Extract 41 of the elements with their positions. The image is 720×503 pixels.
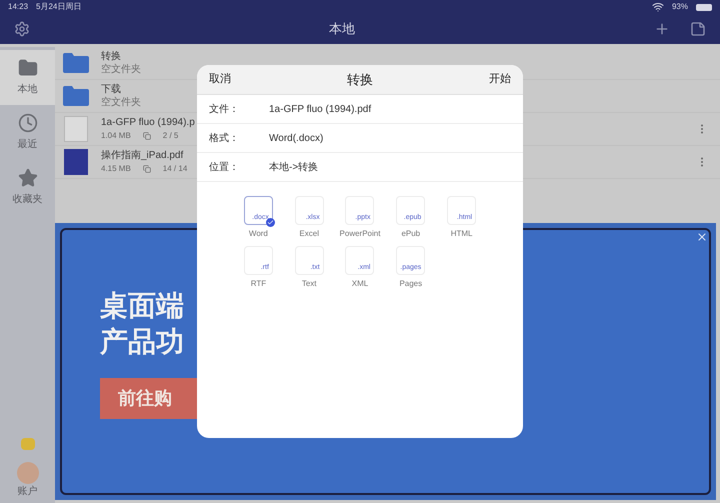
document-thumbnail xyxy=(64,149,88,175)
pages-icon xyxy=(142,165,151,173)
page-count: 2 / 5 xyxy=(162,130,178,142)
file-name: 1a-GFP fluo (1994).p xyxy=(101,116,195,130)
file-name: 下载 xyxy=(101,83,122,96)
field-value: 本地->转换 xyxy=(269,160,318,174)
status-date: 5月24日周日 xyxy=(36,1,82,13)
folder-icon xyxy=(63,86,89,106)
document-thumbnail xyxy=(64,116,88,142)
field-label: 位置： xyxy=(209,160,240,174)
folder-icon xyxy=(18,58,38,78)
plus-icon xyxy=(654,21,670,37)
page-count: 14 / 14 xyxy=(162,163,188,175)
battery-icon xyxy=(696,4,712,10)
folder-icon xyxy=(63,53,89,73)
file-subtitle: 空文件夹 xyxy=(101,97,141,109)
star-icon xyxy=(18,168,38,188)
clock-icon xyxy=(18,113,38,133)
banner-headline: 桌面端 xyxy=(100,289,185,323)
account-label: 账户 xyxy=(18,484,38,499)
window-title: 本地 xyxy=(329,20,355,38)
sidebar-item[interactable]: 本地 xyxy=(0,50,55,105)
file-size: 4.15 MB xyxy=(101,163,131,175)
field-value: 1a-GFP fluo (1994).pdf xyxy=(269,102,372,116)
file-name: 操作指南_iPad.pdf xyxy=(101,149,184,163)
battery-level: 93% xyxy=(672,1,688,13)
field-label: 文件： xyxy=(209,102,240,116)
status-time: 14:23 xyxy=(8,1,28,13)
file-name: 转换 xyxy=(101,50,122,64)
settings-icon xyxy=(14,21,30,37)
note-icon xyxy=(690,21,706,37)
field-label: 格式： xyxy=(209,132,240,146)
file-subtitle: 空文件夹 xyxy=(101,64,141,76)
pages-icon xyxy=(142,132,151,140)
field-value: Word(.docx) xyxy=(269,132,324,146)
sidebar-item[interactable]: 最近 xyxy=(0,105,55,160)
check-icon xyxy=(266,218,275,227)
banner-headline: 产品功 xyxy=(100,325,185,359)
file-size: 1.04 MB xyxy=(101,130,131,142)
close-icon xyxy=(696,231,708,243)
sidebar-item[interactable]: 收藏夹 xyxy=(0,160,55,215)
